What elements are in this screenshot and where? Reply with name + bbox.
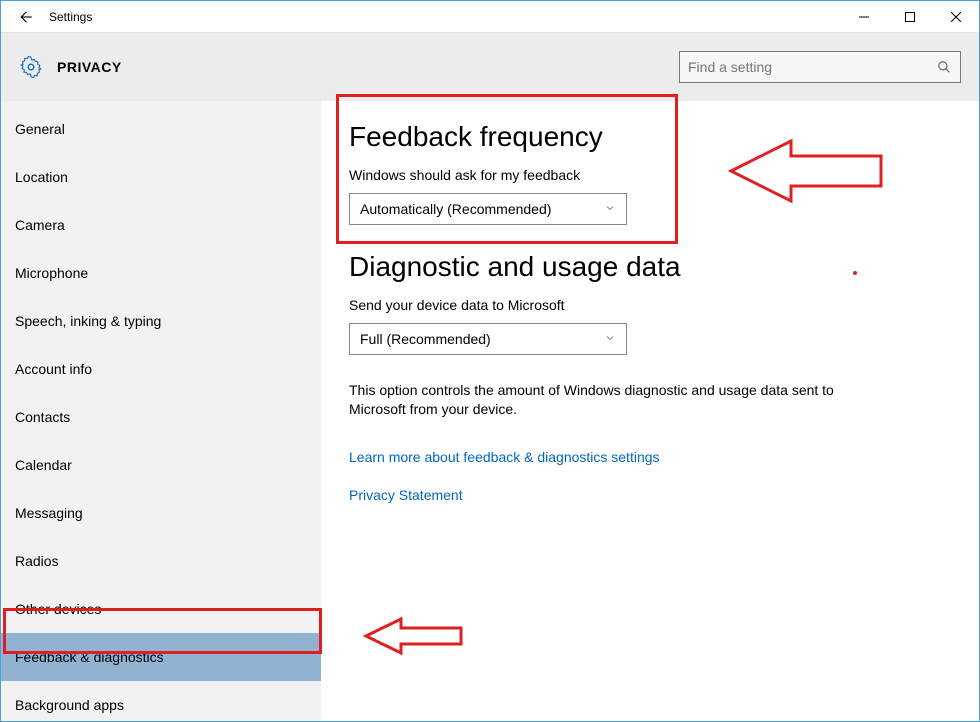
close-icon <box>951 12 961 22</box>
sidebar-item-general[interactable]: General <box>1 105 321 153</box>
page-title: PRIVACY <box>57 59 122 75</box>
sidebar: General Location Camera Microphone Speec… <box>1 101 321 721</box>
feedback-frequency-dropdown[interactable]: Automatically (Recommended) <box>349 193 627 225</box>
sidebar-item-label: Calendar <box>15 457 72 473</box>
sidebar-item-label: Microphone <box>15 265 88 281</box>
diagnostic-label: Send your device data to Microsoft <box>349 297 951 313</box>
settings-window: Settings PRIVACY <box>0 0 980 722</box>
privacy-statement-link[interactable]: Privacy Statement <box>349 487 951 503</box>
maximize-icon <box>905 12 915 22</box>
sidebar-item-label: Speech, inking & typing <box>15 313 161 329</box>
close-button[interactable] <box>933 1 979 33</box>
sidebar-item-label: Background apps <box>15 697 124 713</box>
chevron-down-icon <box>604 201 616 217</box>
sidebar-item-speech[interactable]: Speech, inking & typing <box>1 297 321 345</box>
section-feedback-frequency-title: Feedback frequency <box>349 121 951 153</box>
back-button[interactable] <box>1 1 49 33</box>
sidebar-item-label: Radios <box>15 553 59 569</box>
dropdown-value: Automatically (Recommended) <box>360 201 551 217</box>
sidebar-item-label: Account info <box>15 361 92 377</box>
sidebar-item-label: Contacts <box>15 409 70 425</box>
header-band: PRIVACY <box>1 33 979 101</box>
diagnostic-dropdown[interactable]: Full (Recommended) <box>349 323 627 355</box>
content-pane: Feedback frequency Windows should ask fo… <box>321 101 979 721</box>
sidebar-item-background-apps[interactable]: Background apps <box>1 681 321 721</box>
sidebar-item-feedback-diagnostics[interactable]: Feedback & diagnostics <box>1 633 321 681</box>
sidebar-item-label: Feedback & diagnostics <box>15 649 164 665</box>
titlebar: Settings <box>1 1 979 33</box>
sidebar-item-contacts[interactable]: Contacts <box>1 393 321 441</box>
body: General Location Camera Microphone Speec… <box>1 101 979 721</box>
sidebar-item-other-devices[interactable]: Other devices <box>1 585 321 633</box>
dropdown-value: Full (Recommended) <box>360 331 491 347</box>
window-controls <box>841 1 979 33</box>
learn-more-link[interactable]: Learn more about feedback & diagnostics … <box>349 449 951 465</box>
feedback-frequency-label: Windows should ask for my feedback <box>349 167 951 183</box>
sidebar-item-label: Messaging <box>15 505 83 521</box>
gear-icon <box>19 55 43 79</box>
diagnostic-description: This option controls the amount of Windo… <box>349 381 869 419</box>
sidebar-item-account-info[interactable]: Account info <box>1 345 321 393</box>
sidebar-item-label: Location <box>15 169 68 185</box>
search-box[interactable] <box>679 51 961 83</box>
sidebar-item-radios[interactable]: Radios <box>1 537 321 585</box>
sidebar-item-location[interactable]: Location <box>1 153 321 201</box>
sidebar-item-label: General <box>15 121 65 137</box>
sidebar-item-microphone[interactable]: Microphone <box>1 249 321 297</box>
section-diagnostic-title: Diagnostic and usage data <box>349 251 951 283</box>
sidebar-item-camera[interactable]: Camera <box>1 201 321 249</box>
chevron-down-icon <box>604 331 616 347</box>
minimize-button[interactable] <box>841 1 887 33</box>
search-icon <box>936 59 952 75</box>
window-title: Settings <box>49 10 92 24</box>
sidebar-item-calendar[interactable]: Calendar <box>1 441 321 489</box>
minimize-icon <box>859 12 869 22</box>
back-arrow-icon <box>16 8 34 26</box>
maximize-button[interactable] <box>887 1 933 33</box>
search-input[interactable] <box>688 59 936 75</box>
sidebar-item-label: Camera <box>15 217 65 233</box>
sidebar-item-messaging[interactable]: Messaging <box>1 489 321 537</box>
sidebar-item-label: Other devices <box>15 601 101 617</box>
